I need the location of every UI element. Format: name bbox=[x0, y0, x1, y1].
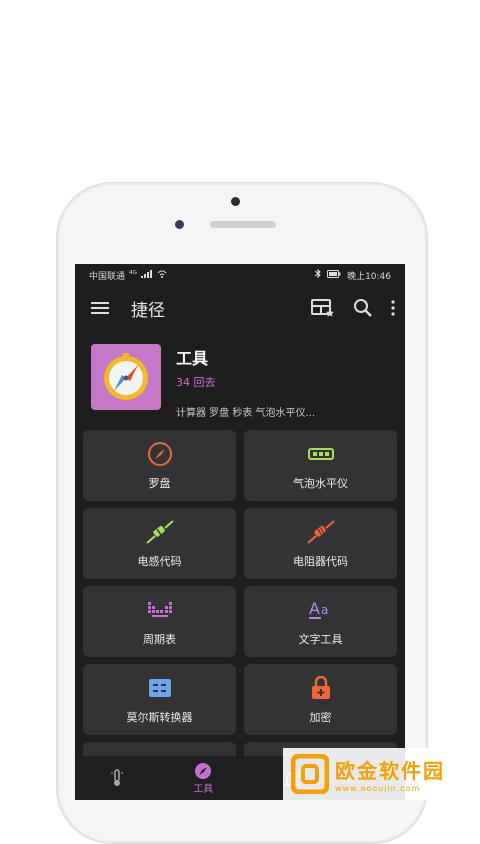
thermometer-icon bbox=[110, 769, 124, 787]
speaker-grill bbox=[210, 221, 276, 228]
tool-card-periodic-table[interactable]: 周期表 bbox=[83, 586, 236, 657]
tool-label: 周期表 bbox=[143, 632, 176, 646]
bluetooth-icon bbox=[314, 268, 321, 281]
category-count: 34 回去 bbox=[176, 376, 216, 389]
widget-icon[interactable] bbox=[311, 298, 335, 318]
svg-text:A: A bbox=[309, 599, 320, 618]
tool-card-encryption[interactable]: 加密 bbox=[244, 664, 397, 735]
watermark-logo-icon bbox=[291, 754, 329, 794]
compass-icon bbox=[147, 441, 173, 467]
app-bar: 捷径 bbox=[75, 286, 405, 330]
network-text: ⁴ᴳ bbox=[129, 270, 138, 280]
signal-icon bbox=[141, 269, 153, 281]
tool-label: 气泡水平仪 bbox=[293, 476, 348, 490]
category-name: 工具 bbox=[176, 349, 209, 368]
search-icon[interactable] bbox=[353, 298, 373, 318]
bubble-level-icon bbox=[307, 441, 334, 467]
more-options-icon[interactable] bbox=[391, 300, 395, 316]
wifi-icon bbox=[157, 270, 167, 281]
carrier-text: 中国联通 bbox=[89, 271, 126, 282]
watermark: 欧金软件园 www.aooujin.com bbox=[283, 748, 480, 800]
app-screen: 中国联通 ⁴ᴳ 晚上10:46 捷径 工具 34 回去 计算器 罗盘 秒表 气泡… bbox=[75, 264, 405, 800]
category-header: 工具 34 回去 计算器 罗盘 秒表 气泡水平仪... bbox=[75, 330, 405, 419]
status-bar: 中国联通 ⁴ᴳ 晚上10:46 bbox=[75, 264, 405, 286]
nav-item-tools[interactable]: 工具 bbox=[193, 762, 213, 795]
tool-label: 加密 bbox=[309, 710, 332, 724]
camera-dot bbox=[231, 197, 240, 206]
resistor-icon bbox=[306, 519, 336, 545]
tool-card-compass[interactable]: 罗盘 bbox=[83, 430, 236, 501]
svg-text:a: a bbox=[321, 603, 328, 617]
morse-icon bbox=[148, 675, 171, 701]
category-description: 计算器 罗盘 秒表 气泡水平仪... bbox=[176, 408, 316, 419]
nav-item-sensors[interactable] bbox=[110, 769, 124, 787]
tool-card-text-tools[interactable]: Aa 文字工具 bbox=[244, 586, 397, 657]
watermark-url: www.aooujin.com bbox=[335, 784, 421, 793]
nav-compass-icon bbox=[194, 762, 212, 780]
front-camera bbox=[175, 220, 184, 229]
tool-label: 莫尔斯转换器 bbox=[126, 710, 193, 724]
tool-label: 电阻器代码 bbox=[293, 554, 348, 568]
clock-text: 晚上10:46 bbox=[347, 271, 391, 282]
tool-grid: 罗盘 气泡水平仪 电感代码 电阻器代码 周期表 A a 文字工具 莫尔斯转换器 … bbox=[83, 430, 397, 800]
tool-card-resistor[interactable]: 电阻器代码 bbox=[244, 508, 397, 579]
tool-label: 文字工具 bbox=[298, 632, 343, 646]
page-title: 捷径 bbox=[131, 300, 165, 321]
tool-card-bubble-level[interactable]: 气泡水平仪 bbox=[244, 430, 397, 501]
tool-card-morse[interactable]: 莫尔斯转换器 bbox=[83, 664, 236, 735]
nav-label-tools: 工具 bbox=[193, 783, 214, 795]
inductor-icon bbox=[145, 519, 175, 545]
watermark-title: 欧金软件园 bbox=[335, 759, 445, 783]
lock-icon bbox=[311, 675, 331, 701]
tool-label: 罗盘 bbox=[148, 476, 171, 490]
menu-icon[interactable] bbox=[91, 301, 109, 315]
tools-logo bbox=[91, 344, 161, 410]
compass-logo-icon bbox=[104, 353, 148, 400]
tool-card-inductor[interactable]: 电感代码 bbox=[83, 508, 236, 579]
periodic-table-icon bbox=[147, 597, 173, 623]
text-tools-icon: Aa bbox=[308, 597, 334, 623]
battery-icon bbox=[327, 269, 341, 281]
tool-label: 电感代码 bbox=[137, 554, 182, 568]
